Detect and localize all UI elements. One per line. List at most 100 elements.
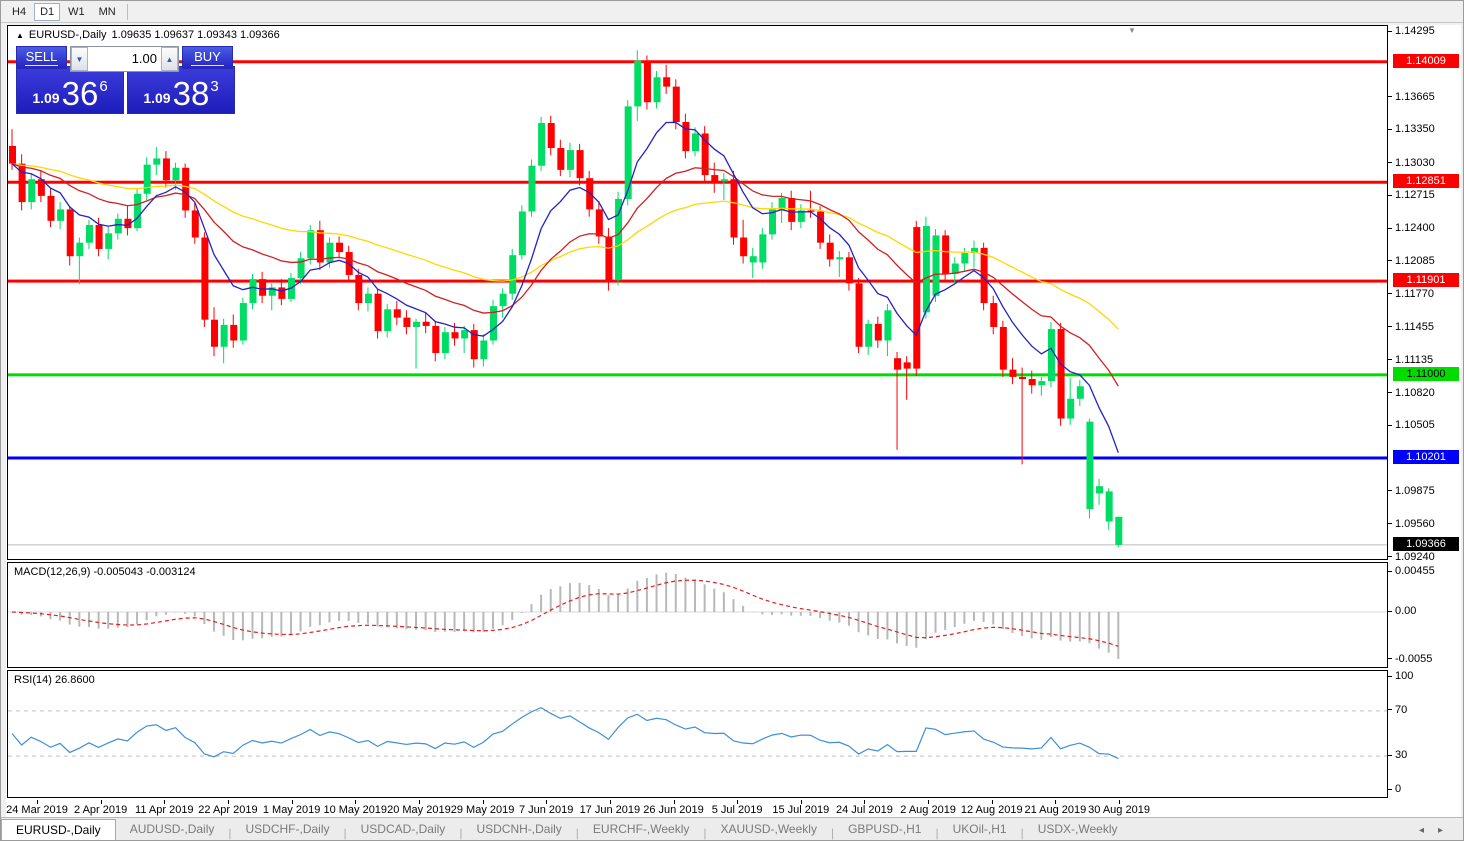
- price-axis-tick: 1.09875: [1388, 485, 1460, 497]
- price-badge-1.10201: 1.10201: [1393, 450, 1459, 464]
- price-axis-tick: 1.12085: [1388, 255, 1460, 267]
- timeframe-toolbar: H4D1W1MN: [1, 1, 1463, 23]
- chart-tab-eurchf-weekly[interactable]: EURCHF-,Weekly: [579, 819, 703, 840]
- rsi-axis-tick: 30: [1388, 749, 1460, 761]
- macd-canvas[interactable]: [8, 563, 1387, 667]
- buy-price-prefix: 1.09: [143, 90, 170, 106]
- date-label: 20 May 2019: [387, 804, 451, 816]
- timeframe-button-mn[interactable]: MN: [93, 3, 122, 21]
- tab-scroll-arrows[interactable]: ◂▸: [1419, 825, 1457, 836]
- hline-1.11000: [8, 373, 1387, 376]
- buy-price-main: 38: [173, 79, 210, 109]
- price-axis-tick: 1.13030: [1388, 157, 1460, 169]
- chart-tab-usdx-weekly[interactable]: USDX-,Weekly: [1024, 819, 1132, 840]
- date-label: 24 Mar 2019: [6, 804, 68, 816]
- date-label: 12 Aug 2019: [961, 804, 1023, 816]
- rsi-axis-tick: 100: [1388, 670, 1460, 682]
- price-badge-1.11000: 1.11000: [1393, 367, 1459, 381]
- buy-price-pip: 3: [210, 78, 218, 95]
- chart-tab-ukoil-h1[interactable]: UKOil-,H1: [939, 819, 1021, 840]
- price-axis-tick: 1.09240: [1388, 551, 1460, 563]
- date-label: 26 Jun 2019: [643, 804, 704, 816]
- sell-button[interactable]: SELL: [16, 46, 67, 69]
- price-pane[interactable]: ▲ EURUSD-,Daily 1.09635 1.09637 1.09343 …: [7, 25, 1388, 560]
- hline-1.10201: [8, 456, 1387, 459]
- mt4-window: H4D1W1MN ▲ EURUSD-,Daily 1.09635 1.09637…: [0, 0, 1464, 841]
- chart-window: ▲ EURUSD-,Daily 1.09635 1.09637 1.09343 …: [6, 25, 1461, 818]
- macd-pane[interactable]: MACD(12,26,9) -0.005043 -0.003124: [7, 562, 1388, 668]
- date-label: 21 Aug 2019: [1024, 804, 1086, 816]
- buy-quote[interactable]: 1.09 38 3: [127, 66, 235, 114]
- date-label: 2 Apr 2019: [74, 804, 127, 816]
- price-axis-tick: 1.11135: [1388, 354, 1460, 366]
- one-click-trading-panel: SELL ▼ 1.00 ▲ BUY 1.09 36 6 1.09: [16, 46, 235, 114]
- macd-axis-tick: 0.00: [1388, 605, 1460, 617]
- price-axis-tick: 1.13665: [1388, 91, 1460, 103]
- rsi-line: [12, 708, 1118, 759]
- price-shift-marker-icon[interactable]: ▼: [1128, 26, 1136, 35]
- price-axis-tick: 1.14295: [1388, 25, 1460, 37]
- chart-tab-audusd-daily[interactable]: AUDUSD-,Daily: [116, 819, 229, 840]
- macd-axis-tick: 0.00455: [1388, 565, 1460, 577]
- price-axis-tick: 1.11455: [1388, 321, 1460, 333]
- chart-tab-eurusd-daily[interactable]: EURUSD-,Daily: [1, 819, 116, 840]
- hline-1.12851: [8, 181, 1387, 184]
- price-axis-tick: 1.12715: [1388, 189, 1460, 201]
- chart-tab-usdchf-daily[interactable]: USDCHF-,Daily: [232, 819, 344, 840]
- date-label: 5 Jul 2019: [712, 804, 763, 816]
- hline-1.11901: [8, 280, 1387, 283]
- volume-stepper: ▼ 1.00 ▲: [70, 46, 179, 72]
- price-badge-1.09366: 1.09366: [1393, 537, 1459, 551]
- rsi-axis-tick: 70: [1388, 704, 1460, 716]
- chart-tab-usdcnh-daily[interactable]: USDCNH-,Daily: [462, 819, 575, 840]
- macd-label: MACD(12,26,9) -0.005043 -0.003124: [14, 566, 196, 578]
- sell-quote[interactable]: 1.09 36 6: [16, 66, 124, 114]
- price-axis-tick: 1.12400: [1388, 222, 1460, 234]
- price-axis-tick: 1.09560: [1388, 518, 1460, 530]
- tab-scroll-right-icon: ▸: [1438, 825, 1457, 836]
- timeframe-button-d1[interactable]: D1: [34, 3, 60, 21]
- sell-price-pip: 6: [99, 78, 107, 95]
- toolbar-divider: [127, 4, 128, 20]
- ma-line: [12, 164, 1118, 386]
- timeframe-button-w1[interactable]: W1: [62, 3, 91, 21]
- date-label: 24 Jul 2019: [836, 804, 893, 816]
- macd-signal-line: [12, 580, 1118, 646]
- date-label: 11 Apr 2019: [135, 804, 194, 816]
- date-label: 17 Jun 2019: [580, 804, 641, 816]
- date-label: 22 Apr 2019: [198, 804, 257, 816]
- price-badge-1.11901: 1.11901: [1393, 273, 1459, 287]
- volume-up-button[interactable]: ▲: [161, 47, 178, 71]
- chart-tab-usdcad-daily[interactable]: USDCAD-,Daily: [347, 819, 460, 840]
- rsi-pane[interactable]: RSI(14) 26.8600: [7, 670, 1388, 798]
- date-label: 30 Aug 2019: [1088, 804, 1150, 816]
- price-axis-tick: 1.10505: [1388, 419, 1460, 431]
- buy-button[interactable]: BUY: [182, 46, 233, 69]
- date-label: 7 Jun 2019: [519, 804, 573, 816]
- rsi-label: RSI(14) 26.8600: [14, 674, 95, 686]
- price-axis-tick: 1.10820: [1388, 387, 1460, 399]
- date-label: 29 May 2019: [451, 804, 515, 816]
- macd-axis-tick: -0.0055: [1388, 653, 1460, 665]
- chart-tab-bar: EURUSD-,DailyAUDUSD-,Daily|USDCHF-,Daily…: [1, 817, 1463, 840]
- date-label: 10 May 2019: [323, 804, 387, 816]
- chart-tab-xauusd-weekly[interactable]: XAUUSD-,Weekly: [706, 819, 830, 840]
- date-label: 1 May 2019: [263, 804, 320, 816]
- collapse-icon[interactable]: ▲: [16, 31, 24, 40]
- chart-tab-gbpusd-h1[interactable]: GBPUSD-,H1: [834, 819, 935, 840]
- chart-symbol-label: EURUSD-,Daily: [29, 29, 107, 41]
- rsi-axis-tick: 0: [1388, 783, 1460, 795]
- date-axis: 24 Mar 2019 2 Apr 2019 11 Apr 2019 22 Apr 2…: [7, 800, 1388, 818]
- price-badge-1.14009: 1.14009: [1393, 54, 1459, 68]
- sell-price-prefix: 1.09: [32, 90, 59, 106]
- rsi-canvas[interactable]: [8, 671, 1387, 797]
- price-axis-tick: 1.13350: [1388, 123, 1460, 135]
- chart-ohlc-values: 1.09635 1.09637 1.09343 1.09366: [112, 29, 280, 41]
- price-axis: 1.14295 1.13665 1.13350 1.13030 1.12715 1.124…: [1388, 25, 1460, 798]
- volume-down-button[interactable]: ▼: [71, 47, 88, 71]
- chart-title: ▲ EURUSD-,Daily 1.09635 1.09637 1.09343 …: [16, 29, 280, 41]
- date-label: 2 Aug 2019: [900, 804, 956, 816]
- timeframe-button-h4[interactable]: H4: [6, 3, 32, 21]
- volume-input[interactable]: 1.00: [88, 47, 161, 71]
- price-badge-1.12851: 1.12851: [1393, 174, 1459, 188]
